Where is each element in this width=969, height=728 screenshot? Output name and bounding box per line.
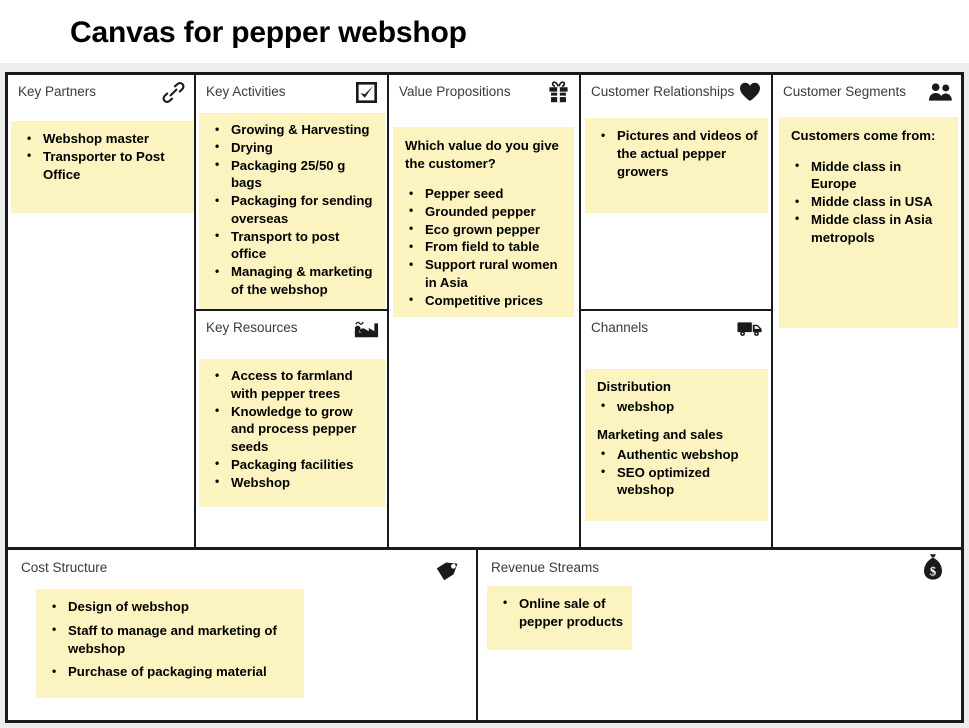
delivery-truck-icon (737, 315, 763, 341)
note-heading-distribution: Distribution (597, 379, 671, 394)
block-header-cost-structure: Cost Structure (8, 550, 476, 584)
money-bag-icon: $ (919, 552, 947, 582)
column-key-partners: Key Partners Webshop master Transporter … (8, 75, 196, 547)
canvas-top-row: Key Partners Webshop master Transporter … (8, 75, 961, 547)
block-header-customer-segments: Customer Segments (773, 75, 961, 113)
list-cost-structure: Design of webshop Staff to manage and ma… (42, 598, 298, 681)
column-value-propositions: Value Propositions Which value do you gi… (389, 75, 581, 547)
block-cost-structure[interactable]: Cost Structure Design of webshop Staff t… (8, 550, 478, 720)
list-channels-distribution: webshop (591, 397, 762, 416)
list-item: Knowledge to grow and process pepper see… (205, 402, 379, 456)
list-item: Packaging 25/50 g bags (205, 156, 379, 193)
list-item: From field to table (399, 238, 568, 256)
svg-text:$: $ (930, 564, 936, 578)
list-item: Growing & Harvesting (205, 121, 379, 139)
people-icon (927, 79, 953, 105)
block-customer-segments[interactable]: Customer Segments Customers come from: •… (773, 75, 961, 547)
link-icon (160, 79, 186, 105)
block-title-cost-structure: Cost Structure (21, 560, 108, 575)
list-item: Midde class in USA (785, 193, 952, 211)
column-key-activities-resources: Key Activities Growing & Harvesting Dryi… (196, 75, 389, 547)
sticky-note-revenue-streams: Online sale of pepper products (487, 586, 632, 651)
sticky-note-key-partners: Webshop master Transporter to Post Offic… (11, 121, 194, 214)
list-item: Purchase of packaging material (42, 663, 298, 681)
block-value-propositions[interactable]: Value Propositions Which value do you gi… (389, 75, 579, 547)
gift-icon (545, 79, 571, 105)
block-header-key-partners: Key Partners (8, 75, 194, 113)
list-item: Pepper seed (399, 185, 568, 203)
list-item: Pictures and videos of the actual pepper… (591, 126, 762, 180)
list-item: Webshop (205, 473, 379, 492)
block-header-revenue-streams: Revenue Streams $ (478, 550, 961, 584)
list-item: Midde class in Asia metropols (785, 210, 952, 247)
list-customer-segments: Midde class in Europe Midde class in USA… (785, 157, 952, 247)
canvas-bottom-row: Cost Structure Design of webshop Staff t… (8, 547, 961, 720)
list-item: Online sale of pepper products (493, 594, 626, 630)
block-key-partners[interactable]: Key Partners Webshop master Transporter … (8, 75, 194, 547)
block-header-key-activities: Key Activities (196, 75, 387, 113)
list-item: Support rural women in Asia (399, 256, 568, 292)
sticky-note-value-propositions: Which value do you give the customer? Pe… (393, 127, 574, 318)
checkbox-checked-icon (353, 79, 379, 105)
sticky-note-customer-relationships: Pictures and videos of the actual pepper… (585, 118, 768, 214)
heart-icon (737, 79, 763, 105)
factory-icon (353, 315, 379, 341)
column-customer-segments: Customer Segments Customers come from: •… (773, 75, 961, 547)
list-item: SEO optimized webshop (591, 463, 762, 500)
list-item: Design of webshop (42, 598, 298, 616)
block-header-customer-relationships: Customer Relationships (581, 75, 771, 113)
list-item: Packaging facilities (205, 455, 379, 474)
list-revenue-streams: Online sale of pepper products (493, 594, 626, 630)
list-item: Packaging for sending overseas (205, 192, 379, 228)
list-key-resources: Access to farmland with pepper trees Kno… (205, 367, 379, 491)
list-channels-marketing: Authentic webshop SEO optimized webshop (591, 445, 762, 500)
sticky-note-cost-structure: Design of webshop Staff to manage and ma… (36, 589, 304, 698)
note-heading: Customers come from: (791, 128, 936, 143)
list-item: webshop (591, 397, 762, 416)
block-header-channels: Channels (581, 311, 771, 349)
block-channels[interactable]: Channels Distribution • webshop Marketin… (581, 311, 771, 547)
page-title: Canvas for pepper webshop (70, 16, 467, 49)
block-key-resources[interactable]: Key Resources Access (196, 311, 387, 547)
column-customer-relationships-channels: Customer Relationships Pictures and vide… (581, 75, 773, 547)
list-item: Drying (205, 138, 379, 157)
list-item: Grounded pepper (399, 202, 568, 221)
note-heading: Which value do you give the customer? (405, 138, 559, 171)
note-heading-marketing: Marketing and sales (597, 427, 724, 443)
list-item: Access to farmland with pepper trees (205, 367, 379, 403)
sticky-note-key-activities: Growing & Harvesting Drying Packaging 25… (199, 113, 385, 309)
list-key-activities: Growing & Harvesting Drying Packaging 25… (205, 121, 379, 299)
list-item: Staff to manage and marketing of webshop (42, 621, 298, 658)
list-item: Transport to post office (205, 227, 379, 264)
list-item: Managing & marketing of the webshop (205, 263, 379, 299)
list-item: Webshop master (17, 130, 188, 148)
block-revenue-streams[interactable]: Revenue Streams $ Online sale of pepper … (478, 550, 961, 720)
block-header-value-propositions: Value Propositions (389, 75, 579, 113)
list-item: Competitive prices (399, 291, 568, 310)
sticky-note-customer-segments: Customers come from: Midde class in Euro… (779, 117, 958, 329)
business-model-canvas: Key Partners Webshop master Transporter … (5, 72, 964, 723)
list-item: Transporter to Post Office (17, 147, 188, 184)
list-item: Authentic webshop (591, 445, 762, 464)
block-header-key-resources: Key Resources (196, 311, 387, 349)
list-value-propositions: Pepper seed Grounded pepper Eco grown pe… (399, 185, 568, 309)
list-key-partners: Webshop master Transporter to Post Offic… (17, 130, 188, 183)
list-item: Midde class in Europe (785, 157, 952, 194)
list-customer-relationships: Pictures and videos of the actual pepper… (591, 126, 762, 180)
list-item: Eco grown pepper (399, 220, 568, 239)
block-key-activities[interactable]: Key Activities Growing & Harvesting Dryi… (196, 75, 387, 311)
price-tag-icon (434, 554, 464, 584)
sticky-note-key-resources: Access to farmland with pepper trees Kno… (199, 359, 385, 508)
block-title-revenue-streams: Revenue Streams (491, 560, 600, 575)
block-customer-relationships[interactable]: Customer Relationships Pictures and vide… (581, 75, 771, 311)
sticky-note-channels: Distribution webshop Marketing and sales… (585, 369, 768, 522)
